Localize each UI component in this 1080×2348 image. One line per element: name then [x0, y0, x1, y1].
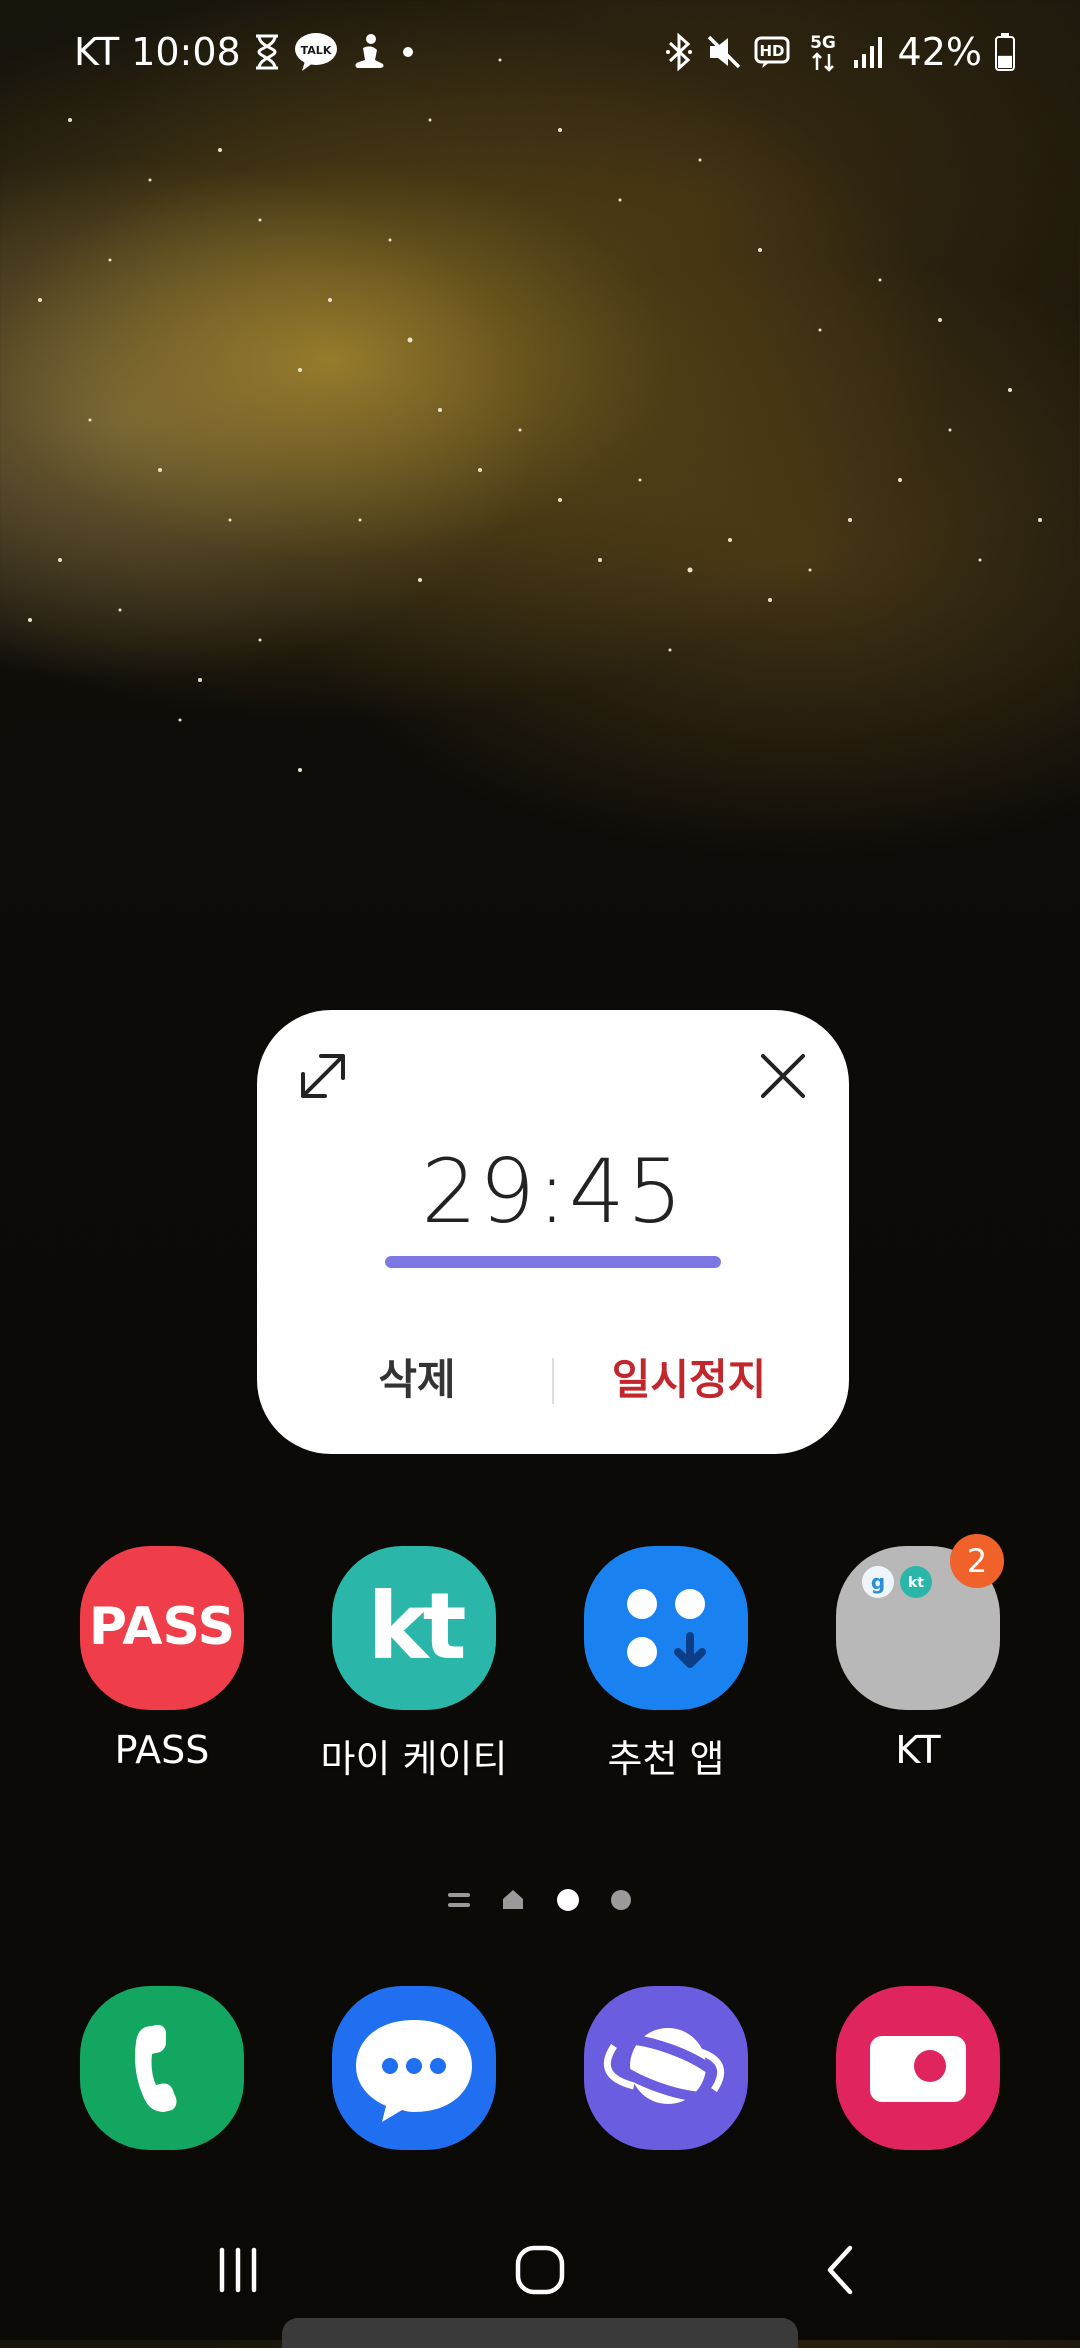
pager-menu-icon[interactable] [448, 1890, 470, 1914]
phone-icon [80, 1986, 244, 2150]
svg-text:kt: kt [908, 1575, 924, 1591]
mute-icon [706, 26, 742, 78]
folder-icon: g kt 2 [836, 1534, 1004, 1710]
dock-phone[interactable] [62, 1986, 262, 2150]
pause-button[interactable]: 일시정지 [569, 1340, 809, 1420]
battery-icon [994, 26, 1016, 78]
dock-messages[interactable] [314, 1986, 514, 2150]
recent-apps-button[interactable] [178, 2220, 298, 2320]
back-button[interactable] [782, 2220, 902, 2320]
internet-icon [584, 1986, 748, 2150]
svg-text:PASS: PASS [89, 1597, 235, 1657]
delete-button[interactable]: 삭제 [297, 1340, 537, 1420]
svg-text:kt: kt [367, 1573, 464, 1680]
status-bar-left: KT 10:08 TALK [74, 26, 417, 78]
signal-icon [852, 26, 886, 78]
pass-app-icon: PASS [80, 1546, 244, 1710]
bluetooth-icon [664, 26, 694, 78]
dot-icon [399, 26, 417, 78]
pager-dot-active[interactable] [556, 1888, 580, 1916]
dock-internet[interactable] [566, 1986, 766, 2150]
pager-dot[interactable] [610, 1889, 632, 1915]
status-bar-right: HD 5G 42% [664, 26, 1016, 78]
svg-text:g: g [871, 1570, 885, 1594]
pager-home-icon[interactable] [502, 1888, 524, 1914]
recommended-apps-icon [584, 1546, 748, 1710]
app-my-kt[interactable]: kt 마이 케이티 [314, 1546, 514, 1783]
status-bar: KT 10:08 TALK HD 5G 42% [0, 0, 1080, 105]
app-label: PASS [114, 1728, 210, 1772]
timer-progress-bar [385, 1256, 721, 1268]
button-divider [552, 1358, 554, 1404]
5g-icon: 5G [806, 26, 840, 78]
app-label: 마이 케이티 [320, 1737, 508, 1781]
app-folder-kt[interactable]: g kt 2 KT [818, 1534, 1018, 1772]
back-icon [827, 2245, 853, 2295]
notification-badge: 2 [950, 1534, 1004, 1588]
expand-button[interactable] [291, 1044, 355, 1108]
home-icon [515, 2245, 565, 2295]
timer-popup: 29:45 삭제 일시정지 [257, 1010, 849, 1454]
hd-voice-icon: HD [754, 26, 794, 78]
timer-progress-fill [385, 1256, 721, 1268]
svg-text:HD: HD [759, 42, 784, 60]
meditation-icon [351, 26, 387, 78]
app-label: KT [895, 1728, 941, 1772]
messages-icon [332, 1986, 496, 2150]
timer-actions: 삭제 일시정지 [257, 1340, 849, 1420]
app-recommended[interactable]: 추천 앱 [566, 1546, 766, 1783]
expand-icon [301, 1054, 345, 1098]
clock: 10:08 [131, 30, 241, 74]
app-pass[interactable]: PASS PASS [62, 1546, 262, 1772]
close-icon [761, 1054, 805, 1098]
battery-percent: 42% [897, 30, 982, 74]
app-label: 추천 앱 [607, 1737, 725, 1781]
navigation-bar [0, 2220, 1080, 2320]
page-indicator [0, 1880, 1080, 1920]
home-button[interactable] [480, 2220, 600, 2320]
close-button[interactable] [751, 1044, 815, 1108]
hourglass-icon [253, 26, 281, 78]
svg-text:5G: 5G [810, 33, 836, 53]
gesture-handle[interactable] [282, 2318, 798, 2348]
kakaotalk-icon: TALK [293, 26, 339, 78]
wallpaper-stars [28, 58, 1042, 772]
timer-time-display: 29:45 [421, 1140, 685, 1243]
recent-apps-icon [219, 2247, 257, 2293]
camera-icon [836, 1986, 1000, 2150]
svg-text:TALK: TALK [300, 44, 331, 57]
carrier-label: KT [74, 30, 120, 74]
dock-camera[interactable] [818, 1986, 1018, 2150]
my-kt-app-icon: kt [332, 1546, 496, 1710]
